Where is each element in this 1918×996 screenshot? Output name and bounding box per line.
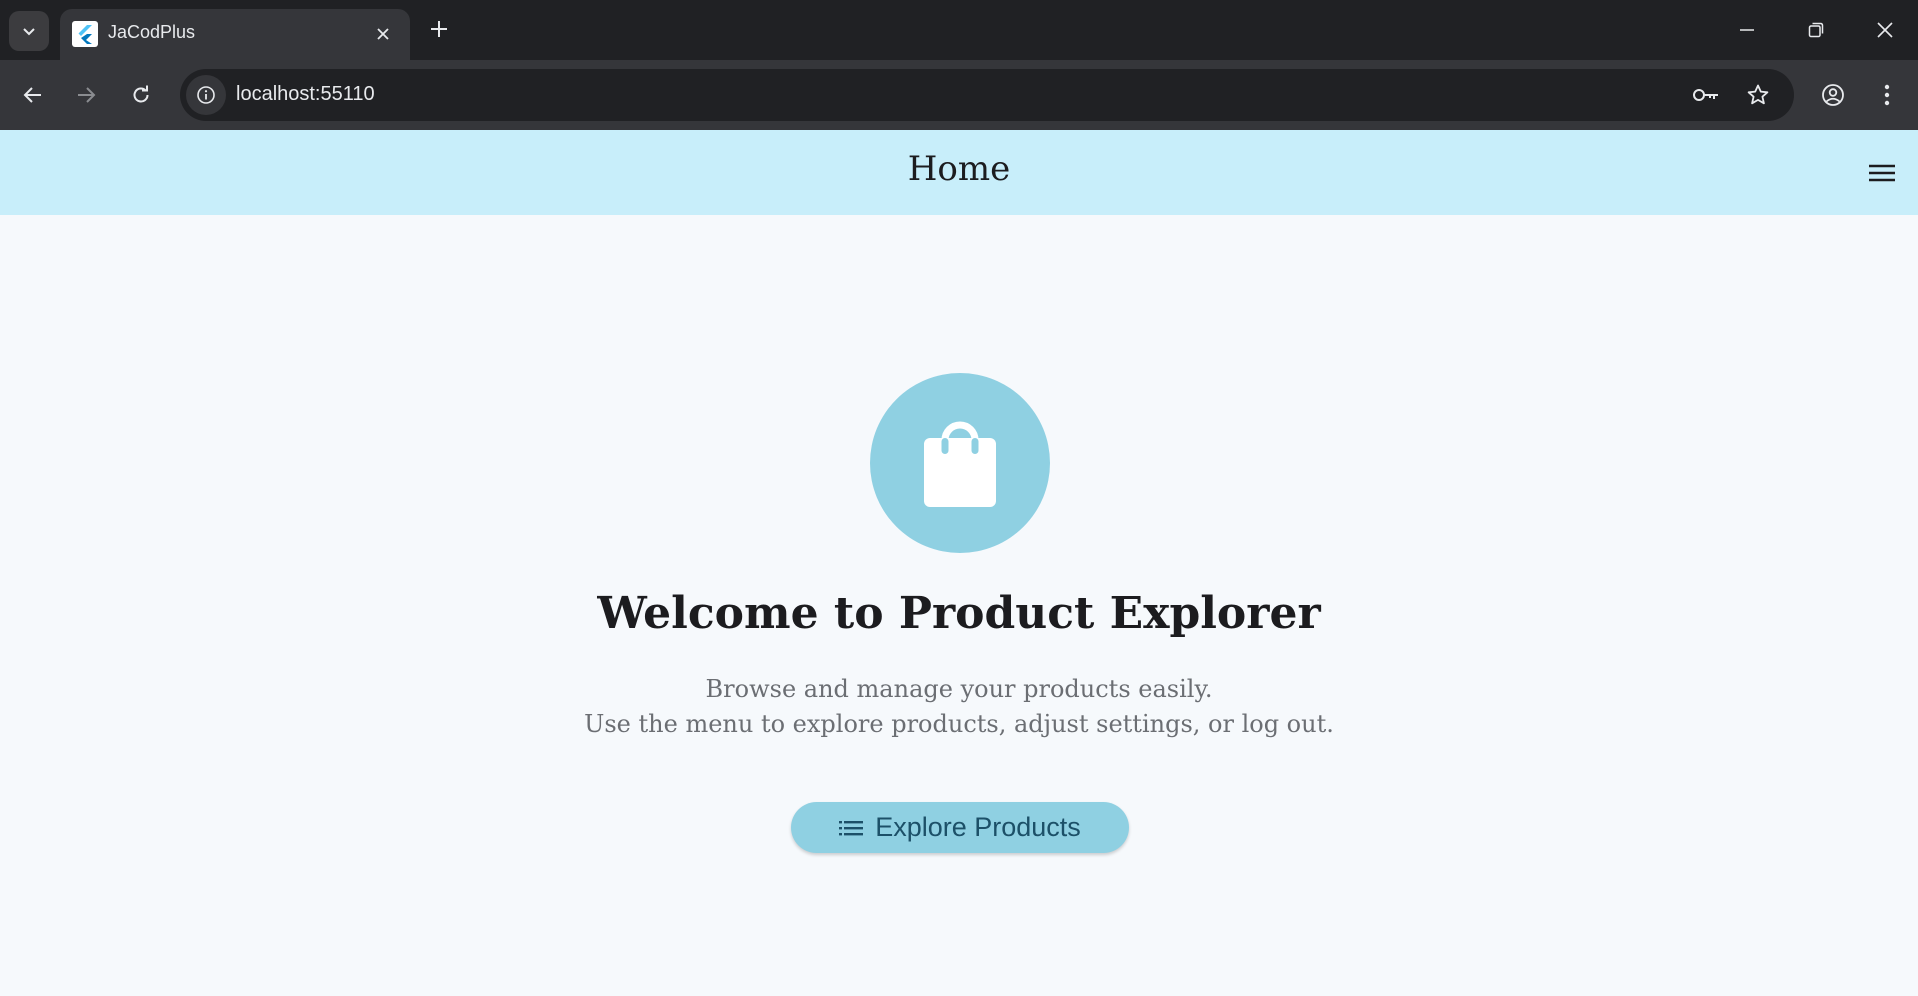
new-tab-plus-icon[interactable] xyxy=(424,14,454,44)
tab-search-button[interactable] xyxy=(9,11,49,51)
browser-toolbar: localhost:55110 xyxy=(0,60,1918,130)
restore-icon[interactable] xyxy=(1796,10,1836,50)
main-content: Welcome to Product Explorer Browse and m… xyxy=(0,215,1918,996)
password-key-icon[interactable] xyxy=(1690,79,1722,111)
address-bar[interactable]: localhost:55110 xyxy=(180,69,1794,121)
profile-icon[interactable] xyxy=(1813,75,1853,115)
welcome-headline: Welcome to Product Explorer xyxy=(597,588,1321,639)
flutter-favicon-icon xyxy=(72,21,98,47)
description-line: Use the menu to explore products, adjust… xyxy=(584,710,1334,738)
hero-avatar xyxy=(870,373,1050,553)
back-arrow-icon[interactable] xyxy=(13,75,53,115)
forward-arrow-icon[interactable] xyxy=(66,75,106,115)
shopping-bag-icon xyxy=(924,421,996,507)
explore-products-button[interactable]: Explore Products xyxy=(791,802,1129,853)
hero-description: Browse and manage your products easily. … xyxy=(0,672,1918,742)
app-bar: Home xyxy=(0,130,1918,215)
close-window-icon[interactable] xyxy=(1865,10,1905,50)
tab-close-icon[interactable] xyxy=(372,23,394,45)
page-title: Home xyxy=(907,149,1011,189)
url-text[interactable]: localhost:55110 xyxy=(236,83,375,106)
chevron-down-icon xyxy=(23,28,35,36)
browser-tab-active[interactable]: JaCodPlus xyxy=(60,9,410,60)
hamburger-menu-icon[interactable] xyxy=(1860,151,1904,195)
tab-title: JaCodPlus xyxy=(108,22,196,42)
reload-icon[interactable] xyxy=(121,75,161,115)
minimize-icon[interactable] xyxy=(1727,10,1767,50)
description-line: Browse and manage your products easily. xyxy=(705,675,1213,703)
browser-tabstrip: JaCodPlus xyxy=(0,0,1918,60)
site-info-icon[interactable] xyxy=(186,75,226,115)
more-vertical-icon[interactable] xyxy=(1867,75,1907,115)
bookmark-star-icon[interactable] xyxy=(1742,79,1774,111)
list-icon xyxy=(839,820,864,835)
explore-products-label: Explore Products xyxy=(875,812,1081,842)
